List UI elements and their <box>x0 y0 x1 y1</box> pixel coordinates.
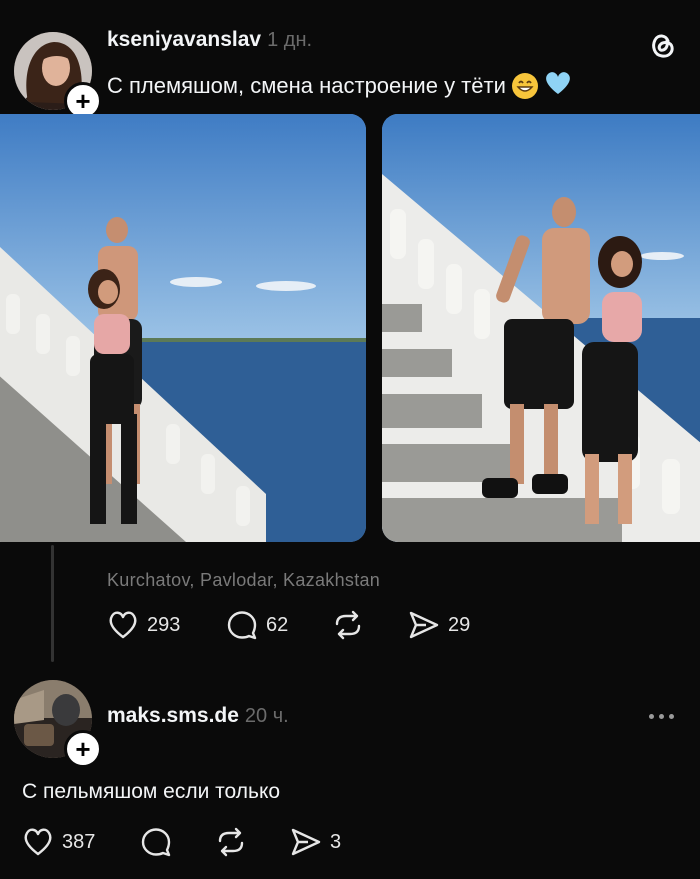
light-blue-heart-emoji <box>544 70 572 102</box>
reply-username[interactable]: maks.sms.de <box>107 704 239 728</box>
thread-connector-line <box>51 545 54 662</box>
share-button[interactable]: 29 <box>408 610 470 640</box>
repost-icon <box>218 827 244 857</box>
repost-button[interactable] <box>331 610 365 640</box>
threads-logo-icon[interactable] <box>646 28 678 67</box>
like-button[interactable]: 293 <box>107 610 180 640</box>
post-time: 1 дн. <box>267 29 313 51</box>
like-count: 293 <box>147 613 181 636</box>
post-photo-2[interactable] <box>382 114 700 542</box>
reply-text: С пельмяшом если только <box>22 780 281 803</box>
comment-count: 62 <box>266 613 289 636</box>
reply-like-button[interactable]: 387 <box>22 827 95 857</box>
heart-icon <box>109 611 137 639</box>
comment-bubble-icon <box>141 828 171 857</box>
share-count: 29 <box>448 613 471 636</box>
heart-icon <box>24 828 52 856</box>
post-text: С племяшом, смена настроение у тёти <box>107 73 506 98</box>
reply-like-count: 387 <box>62 830 96 853</box>
reply-share-button[interactable]: 3 <box>290 827 341 857</box>
post-text-row: С племяшом, смена настроение у тёти <box>107 70 572 102</box>
comment-button[interactable]: 62 <box>226 610 288 640</box>
reply-comment-button[interactable] <box>140 827 172 857</box>
reply-follow-plus-button[interactable]: + <box>64 730 102 768</box>
more-options-button[interactable] <box>649 714 674 719</box>
reply-share-count: 3 <box>330 830 342 853</box>
post-location[interactable]: Kurchatov, Pavlodar, Kazakhstan <box>107 570 380 591</box>
reply-time: 20 ч. <box>244 705 289 727</box>
send-icon <box>409 611 439 639</box>
reply-repost-button[interactable] <box>214 827 248 857</box>
grinning-face-emoji <box>511 73 538 99</box>
post-photo-1[interactable] <box>0 114 366 542</box>
comment-bubble-icon <box>227 611 257 640</box>
author-username[interactable]: kseniyavanslav <box>107 28 261 52</box>
send-icon <box>291 828 321 856</box>
repost-icon <box>335 610 361 640</box>
